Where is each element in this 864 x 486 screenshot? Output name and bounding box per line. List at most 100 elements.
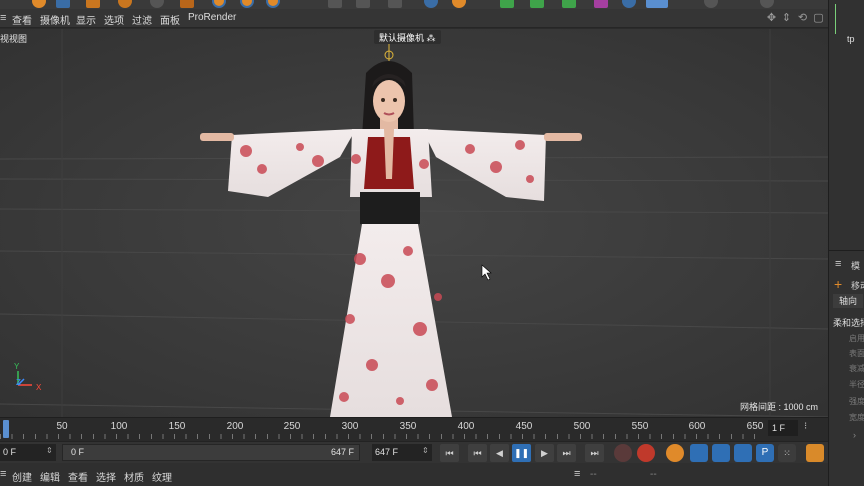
range-slider[interactable] xyxy=(62,444,360,461)
range-start-field: 0 F xyxy=(71,447,85,457)
rotate-view-icon[interactable]: ⟲ xyxy=(796,12,809,25)
toolbar-cube-icon[interactable] xyxy=(424,0,438,8)
toolbar-scene-icon[interactable] xyxy=(622,0,636,8)
toolbar-subdivision-icon[interactable] xyxy=(500,0,514,8)
tick-label: 50 xyxy=(56,421,68,432)
autokey-icon[interactable] xyxy=(637,444,655,462)
object-tree-icon[interactable] xyxy=(835,4,845,34)
tick-label: 150 xyxy=(168,421,186,432)
key-rotation-icon[interactable] xyxy=(734,444,752,462)
toolbar-coord-icon[interactable] xyxy=(180,0,194,8)
camera-name-label[interactable]: 默认摄像机 ⁂ xyxy=(374,30,441,44)
toolbar-deformer-icon[interactable] xyxy=(562,0,576,8)
tick-label: 600 xyxy=(688,421,706,432)
tick-label: 200 xyxy=(226,421,244,432)
toolbar-pen-icon[interactable] xyxy=(452,0,466,8)
soft-select-label: 柔和选择 xyxy=(833,318,864,328)
menu-edit[interactable]: 编辑 xyxy=(40,469,60,484)
menu-create[interactable]: 创建 xyxy=(12,469,32,484)
menu-options[interactable]: 选项 xyxy=(104,12,124,27)
film-strip-icon[interactable] xyxy=(806,444,824,462)
key-parameter-icon[interactable]: P xyxy=(756,444,774,462)
record-disabled-icon[interactable] xyxy=(614,444,632,462)
panel-scroll-arrow-icon[interactable]: › xyxy=(853,430,856,440)
previous-key-button[interactable]: ⏮ xyxy=(468,444,487,462)
toolbar-render-icon[interactable] xyxy=(328,0,342,8)
tick-label: 450 xyxy=(515,421,533,432)
axis-z-label: Z xyxy=(16,378,21,387)
move-view-icon[interactable]: ⇕ xyxy=(780,12,793,25)
toolbar-select-icon[interactable] xyxy=(56,0,70,8)
menu-view[interactable]: 查看 xyxy=(12,12,32,27)
menu-filter[interactable]: 过滤 xyxy=(132,12,152,27)
toolbar-scale-icon[interactable] xyxy=(118,0,132,8)
mode-label: 模 xyxy=(851,261,861,271)
menu-material[interactable]: 材质 xyxy=(124,469,144,484)
menu-camera[interactable]: 摄像机 xyxy=(40,12,70,27)
coordinates-menu-icon[interactable]: ≡ xyxy=(574,468,580,480)
next-frame-button[interactable]: ▶ xyxy=(535,444,554,462)
menu-select[interactable]: 选择 xyxy=(96,469,116,484)
key-scale-icon[interactable] xyxy=(712,444,730,462)
maximize-view-icon[interactable]: ▢ xyxy=(812,12,825,25)
3d-viewport[interactable]: 视视图 默认摄像机 ⁂ Y Z X 网格间距 : 1000 cm xyxy=(0,29,828,417)
pause-button[interactable]: ❚❚ xyxy=(512,444,531,462)
menu-view-bottom[interactable]: 查看 xyxy=(68,469,88,484)
go-to-end-button[interactable]: ⏭ xyxy=(585,444,604,462)
toolbar-z-axis-icon[interactable] xyxy=(266,0,280,8)
tick-label: 550 xyxy=(631,421,649,432)
toolbar-y-axis-icon[interactable] xyxy=(240,0,254,8)
panel-menu-icon[interactable]: ≡ xyxy=(835,258,841,270)
soft-select-radius: 半径 xyxy=(849,380,864,389)
soft-select-enable: 启用 xyxy=(849,334,864,343)
axis-tab[interactable]: 轴向 xyxy=(833,294,863,308)
panel-divider xyxy=(829,250,864,251)
tick-label: 500 xyxy=(573,421,591,432)
coord-placeholder: -- xyxy=(590,469,597,480)
timeline-options-icon[interactable]: ⁝ xyxy=(804,421,818,435)
camera-name-text: 默认摄像机 xyxy=(379,33,425,43)
current-frame-field[interactable]: 1 F xyxy=(768,420,798,436)
menu-display[interactable]: 显示 xyxy=(76,12,96,27)
next-key-button[interactable]: ⏭ xyxy=(557,444,576,462)
tick-label: 100 xyxy=(110,421,128,432)
object-tree-item[interactable]: tp xyxy=(847,34,855,44)
menu-prorender[interactable]: ProRender xyxy=(188,12,236,23)
toolbar-cloner-icon[interactable] xyxy=(530,0,544,8)
soft-select-strength: 强度 xyxy=(849,397,864,406)
toolbar-floor-icon[interactable] xyxy=(646,0,668,8)
toolbar-camera-icon[interactable] xyxy=(704,0,718,8)
toolbar-light-icon[interactable] xyxy=(760,0,774,8)
playback-controls: 0 F ⇕ 0 F 647 F 647 F ⇕ ⏮ ⏮ ◀ ❚❚ ▶ ⏭ ⏭ P… xyxy=(0,441,828,463)
toolbar-x-axis-icon[interactable] xyxy=(212,0,226,8)
end-frame-stepper-icon[interactable]: ⇕ xyxy=(422,446,429,455)
tick-label: 650 xyxy=(746,421,764,432)
toolbar-bend-icon[interactable] xyxy=(594,0,608,8)
previous-frame-button[interactable]: ◀ xyxy=(490,444,509,462)
start-frame-stepper-icon[interactable]: ⇕ xyxy=(46,446,53,455)
material-manager-menu: ≡ 创建 编辑 查看 选择 材质 纹理 ≡ -- -- xyxy=(0,463,828,486)
bottom-menu-hamburger-icon[interactable]: ≡ xyxy=(0,468,6,480)
viewport-scene xyxy=(0,29,828,417)
go-to-start-button[interactable]: ⏮ xyxy=(440,444,459,462)
menu-texture[interactable]: 纹理 xyxy=(152,469,172,484)
toolbar-render-view-icon[interactable] xyxy=(356,0,370,8)
menu-hamburger-icon[interactable]: ≡ xyxy=(0,12,6,24)
move-tool-icon[interactable]: + xyxy=(834,276,842,292)
toolbar-render-settings-icon[interactable] xyxy=(388,0,402,8)
keyframe-selection-icon[interactable] xyxy=(666,444,684,462)
toolbar-rotate-icon[interactable] xyxy=(150,0,164,8)
menu-panel[interactable]: 面板 xyxy=(160,12,180,27)
pan-view-icon[interactable]: ✥ xyxy=(765,12,778,25)
key-position-icon[interactable] xyxy=(690,444,708,462)
tick-label: 350 xyxy=(399,421,417,432)
soft-select-width: 宽度 xyxy=(849,413,864,422)
tick-label: 250 xyxy=(283,421,301,432)
toolbar-move-icon[interactable] xyxy=(86,0,100,8)
key-pla-icon[interactable]: ⁙ xyxy=(778,444,796,462)
timeline-ruler[interactable]: 50 100 150 200 250 300 350 400 450 500 5… xyxy=(0,417,828,441)
toolbar-record-icon[interactable] xyxy=(32,0,46,8)
tick-label: 300 xyxy=(341,421,359,432)
camera-options-icon[interactable]: ⁂ xyxy=(424,33,436,43)
tick-label: 400 xyxy=(457,421,475,432)
